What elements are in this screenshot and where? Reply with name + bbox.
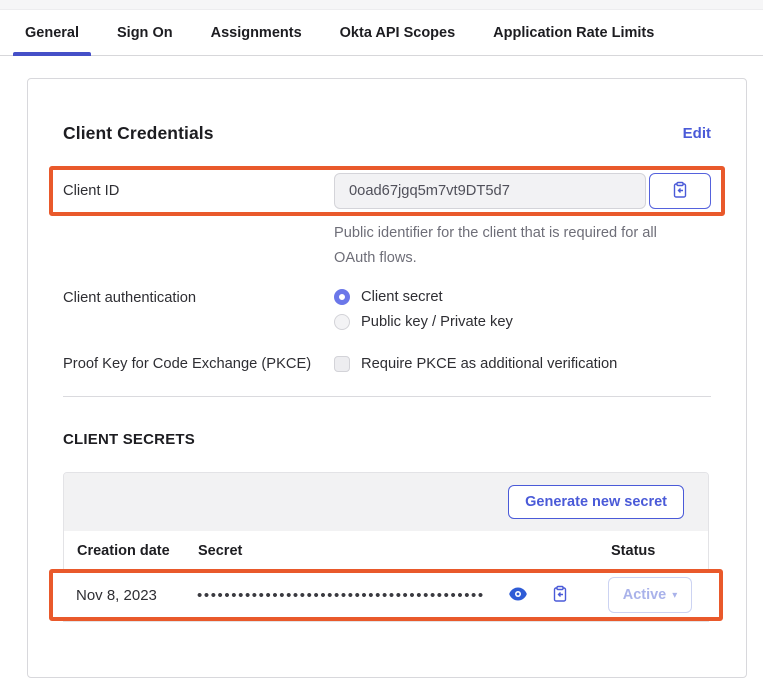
generate-new-secret-button[interactable]: Generate new secret <box>508 485 684 519</box>
tab-application-rate-limits[interactable]: Application Rate Limits <box>481 10 666 55</box>
client-authentication-label: Client authentication <box>63 289 334 306</box>
clipboard-icon <box>551 585 569 606</box>
creation-date-cell: Nov 8, 2023 <box>76 587 197 604</box>
reveal-secret-button[interactable] <box>509 587 527 604</box>
pkce-label: Proof Key for Code Exchange (PKCE) <box>63 356 334 372</box>
radio-label: Client secret <box>361 289 443 305</box>
radio-client-secret[interactable]: Client secret <box>334 289 711 305</box>
status-label: Active <box>623 587 667 603</box>
annotation-highlight-client-id: Client ID <box>49 166 725 216</box>
col-header-creation-date: Creation date <box>77 543 198 559</box>
client-id-label: Client ID <box>63 183 334 199</box>
client-authentication-options: Client secret Public key / Private key <box>334 289 711 330</box>
client-id-row: Client ID <box>63 173 711 209</box>
tab-sign-on[interactable]: Sign On <box>105 10 185 55</box>
pkce-checkbox-option[interactable]: Require PKCE as additional verification <box>334 356 711 372</box>
checkbox-label: Require PKCE as additional verification <box>361 356 617 372</box>
client-credentials-header: Client Credentials Edit <box>63 123 711 144</box>
masked-secret-value: ••••••••••••••••••••••••••••••••••••••••… <box>197 587 485 604</box>
col-header-status: Status <box>611 543 695 559</box>
eye-icon <box>509 587 527 604</box>
table-header-row: Creation date Secret Status <box>64 531 708 572</box>
copy-client-id-button[interactable] <box>649 173 711 209</box>
section-title: Client Credentials <box>63 123 214 144</box>
tab-label: General <box>25 25 79 41</box>
clipboard-icon <box>671 181 689 202</box>
tab-label: Okta API Scopes <box>340 25 456 41</box>
client-secrets-title: CLIENT SECRETS <box>63 431 711 448</box>
edit-link[interactable]: Edit <box>683 125 711 142</box>
client-id-input[interactable] <box>334 173 646 209</box>
radio-label: Public key / Private key <box>361 314 513 330</box>
tab-general[interactable]: General <box>13 10 91 55</box>
secrets-toolbar: Generate new secret <box>64 473 708 531</box>
pkce-row: Proof Key for Code Exchange (PKCE) Requi… <box>63 356 711 372</box>
checkbox-unchecked-icon[interactable] <box>334 356 350 372</box>
table-row: Nov 8, 2023 ••••••••••••••••••••••••••••… <box>53 573 719 617</box>
secret-cell: ••••••••••••••••••••••••••••••••••••••••… <box>197 585 608 606</box>
client-authentication-row: Client authentication Client secret Publ… <box>63 289 711 330</box>
client-id-value-cell <box>334 173 711 209</box>
client-secrets-table: Generate new secret Creation date Secret… <box>63 472 709 622</box>
top-strip <box>0 0 763 10</box>
tab-label: Assignments <box>211 25 302 41</box>
chevron-down-icon: ▾ <box>672 590 677 601</box>
annotation-highlight-secret-row: Nov 8, 2023 ••••••••••••••••••••••••••••… <box>49 569 723 621</box>
status-dropdown[interactable]: Active ▾ <box>608 577 692 613</box>
tab-okta-api-scopes[interactable]: Okta API Scopes <box>328 10 468 55</box>
tab-assignments[interactable]: Assignments <box>199 10 314 55</box>
general-settings-card: Client Credentials Edit Client ID <box>27 78 747 678</box>
radio-unselected-icon[interactable] <box>334 314 350 330</box>
col-header-secret: Secret <box>198 543 611 559</box>
copy-secret-button[interactable] <box>551 585 569 606</box>
radio-selected-icon[interactable] <box>334 289 350 305</box>
tab-label: Sign On <box>117 25 173 41</box>
client-id-help-text: Public identifier for the client that is… <box>334 221 690 271</box>
app-tabbar: General Sign On Assignments Okta API Sco… <box>0 10 763 56</box>
client-id-help-row: Public identifier for the client that is… <box>63 221 711 271</box>
tab-label: Application Rate Limits <box>493 25 654 41</box>
radio-public-private-key[interactable]: Public key / Private key <box>334 314 711 330</box>
section-divider <box>63 396 711 397</box>
